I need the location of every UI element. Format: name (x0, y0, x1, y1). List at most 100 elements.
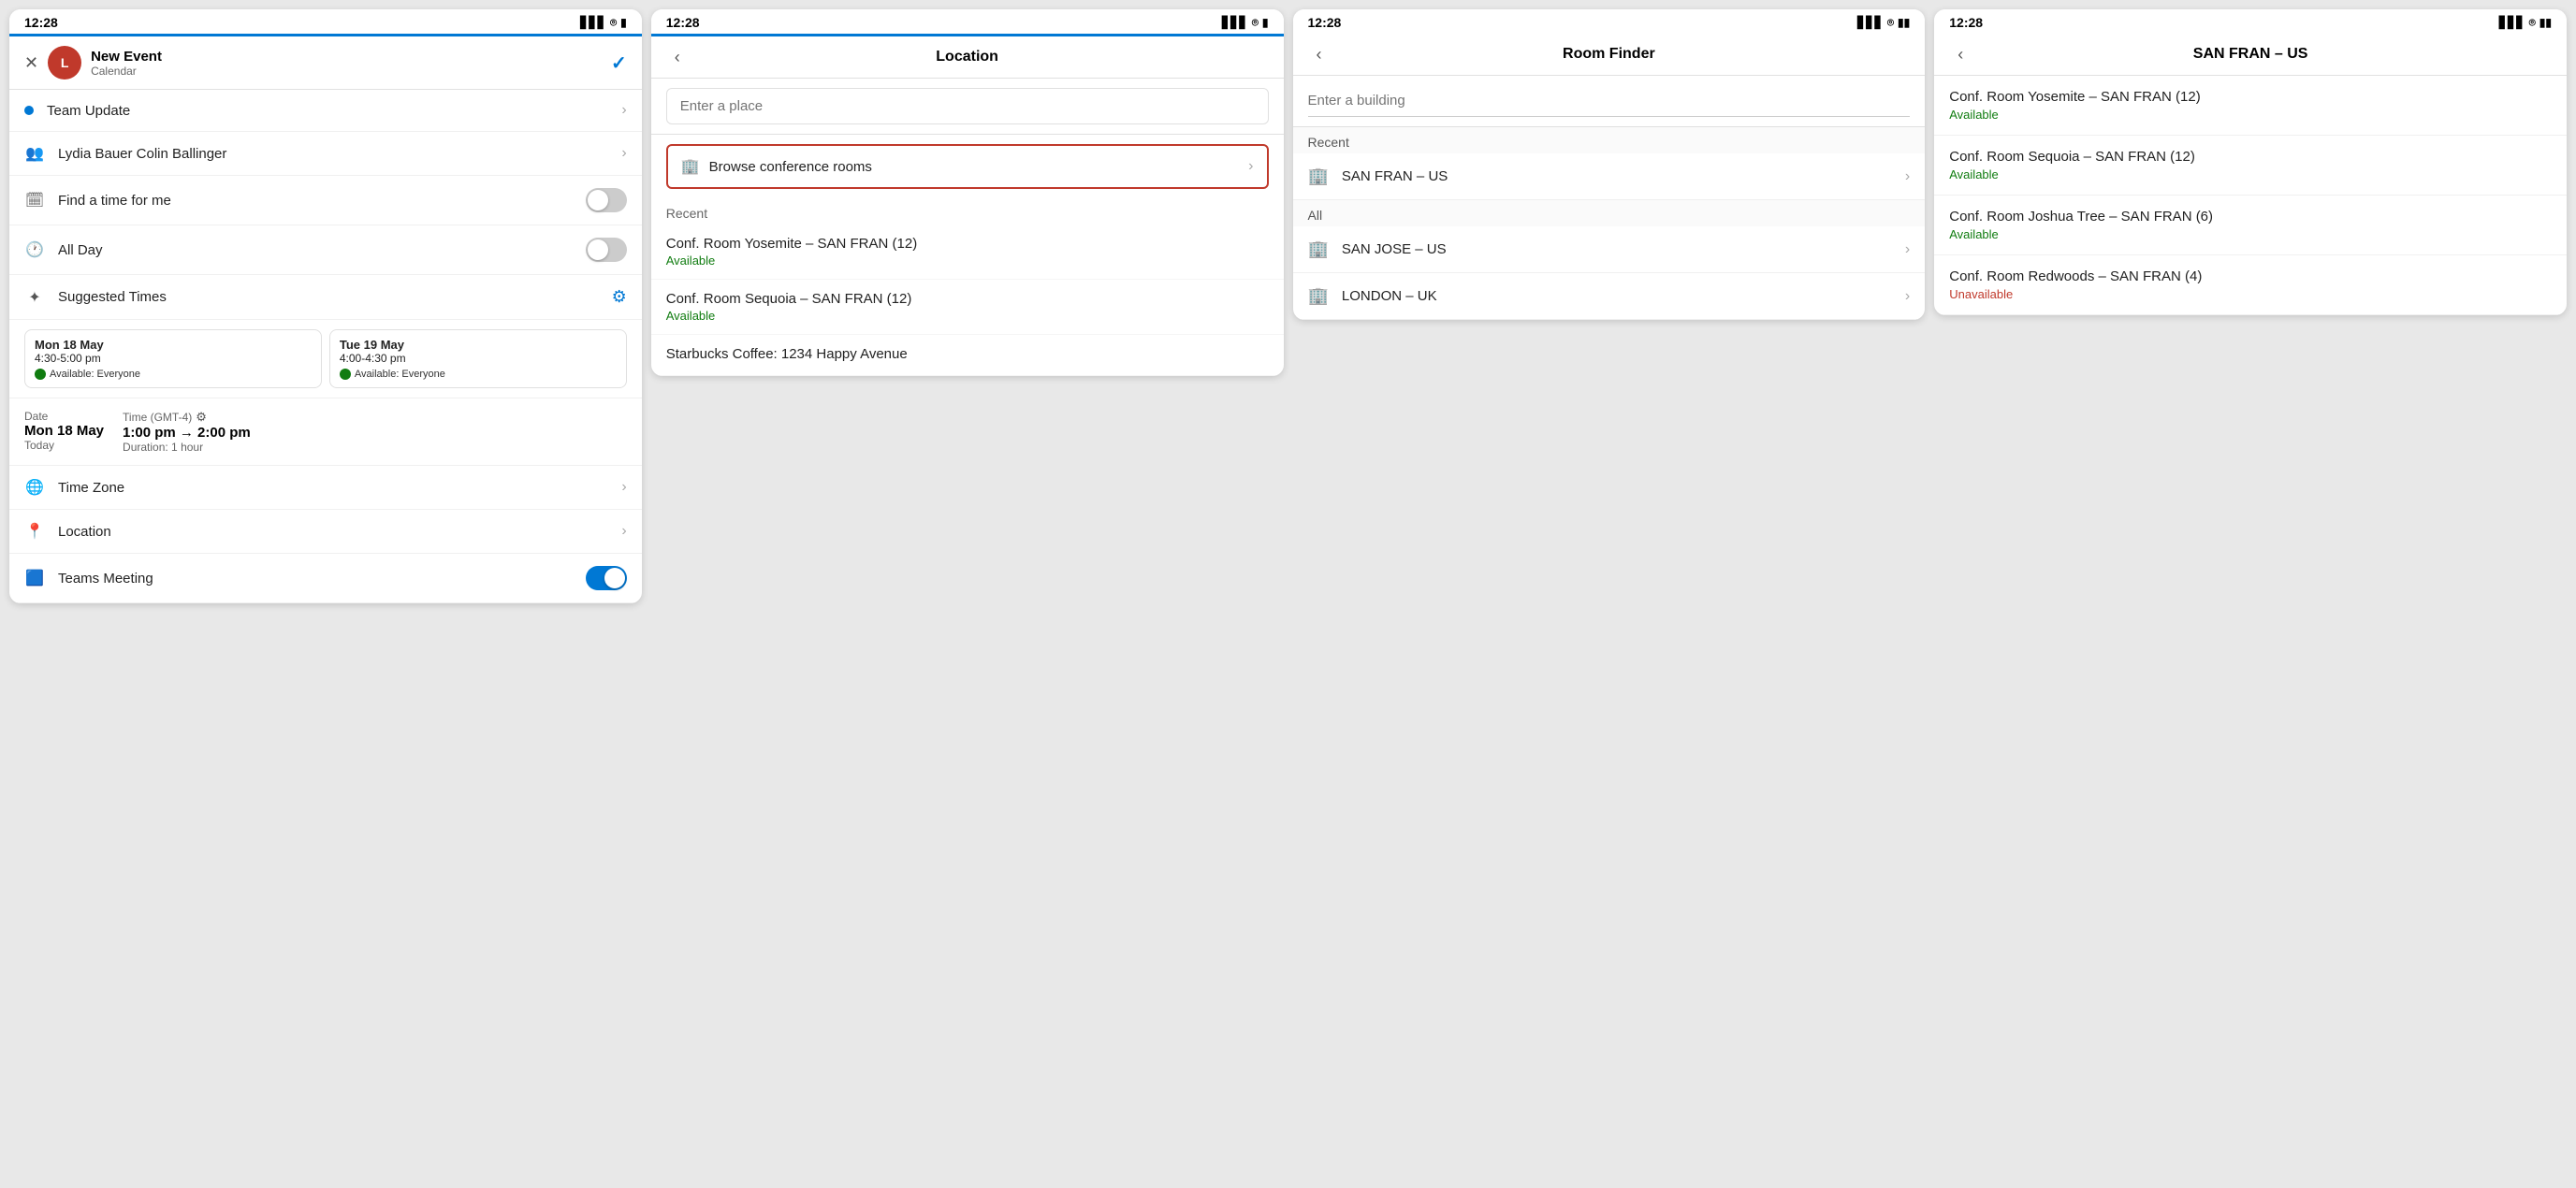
timezone-row[interactable]: 🌐 Time Zone › (9, 466, 642, 510)
room-name-redwoods: Conf. Room Redwoods – SAN FRAN (4) (1949, 268, 2552, 284)
chevron-icon: › (621, 145, 626, 162)
back-icon[interactable]: ‹ (1947, 41, 1973, 67)
suggested-times-row[interactable]: ✦ Suggested Times ⚙ (9, 275, 642, 320)
signal-icon: ▋▋▋ (2499, 16, 2525, 29)
time-slot-2[interactable]: Tue 19 May 4:00-4:30 pm Available: Every… (329, 329, 627, 388)
team-update-row[interactable]: Team Update › (9, 90, 642, 132)
globe-icon: 🌐 (24, 478, 45, 497)
teams-row[interactable]: 🟦 Teams Meeting (9, 554, 642, 603)
filter-icon: ⚙ (612, 287, 627, 307)
time-slot-1[interactable]: Mon 18 May 4:30-5:00 pm Available: Every… (24, 329, 322, 388)
status-icons-1: ▋▋▋ ⌾ ▮ (580, 16, 627, 30)
time-sub: Duration: 1 hour (123, 441, 251, 454)
close-icon[interactable]: ✕ (24, 53, 38, 73)
suggested-times-label: Suggested Times (58, 289, 599, 305)
check-icon[interactable]: ✓ (611, 51, 627, 75)
attendees-row[interactable]: 👥 Lydia Bauer Colin Ballinger › (9, 132, 642, 176)
wifi-icon: ⌾ (610, 16, 617, 30)
dot-icon (24, 106, 34, 115)
room-item-4[interactable]: Conf. Room Redwoods – SAN FRAN (4) Unava… (1934, 255, 2567, 315)
building-search-row (1293, 76, 1926, 127)
room-item-1[interactable]: Conf. Room Yosemite – SAN FRAN (12) Avai… (1934, 76, 2567, 136)
all-day-toggle[interactable] (586, 238, 627, 262)
building-item-london[interactable]: 🏢 LONDON – UK › (1293, 273, 1926, 320)
find-time-toggle[interactable] (586, 188, 627, 212)
status-bar-2: 12:28 ▋▋▋ ⌾ ▮ (651, 9, 1284, 34)
location-row[interactable]: 📍 Location › (9, 510, 642, 554)
status-time-2: 12:28 (666, 15, 700, 30)
location-search-row (651, 79, 1284, 135)
status-time-1: 12:28 (24, 15, 58, 30)
time-value: 1:00 pm → 2:00 pm (123, 425, 251, 441)
battery-icon: ▮▮ (1898, 16, 1910, 29)
status-icons-3: ▋▋▋ ⌾ ▮▮ (1857, 16, 1910, 30)
wand-icon: ✦ (24, 288, 45, 307)
room-status-joshua: Available (1949, 227, 2552, 241)
building-item-sanjose[interactable]: 🏢 SAN JOSE – US › (1293, 226, 1926, 273)
browse-conference-button[interactable]: 🏢 Browse conference rooms › (666, 144, 1269, 189)
gear-icon: ⚙ (196, 410, 207, 425)
signal-icon: ▋▋▋ (1222, 16, 1248, 29)
room-name-sequoia: Conf. Room Sequoia – SAN FRAN (12) (1949, 149, 2552, 165)
avatar: L (48, 46, 81, 80)
recent-section-header: Recent (1293, 127, 1926, 153)
all-section-header: All (1293, 200, 1926, 226)
slot2-avail: Available: Everyone (355, 369, 445, 380)
battery-icon: ▮ (620, 16, 627, 29)
room-status-yosemite: Available (1949, 108, 2552, 122)
building-name-3: LONDON – UK (1342, 288, 1892, 304)
room-status-redwoods: Unavailable (1949, 287, 2552, 301)
recent-item-2[interactable]: Conf. Room Sequoia – SAN FRAN (12) Avail… (651, 280, 1284, 335)
status-time-3: 12:28 (1308, 15, 1342, 30)
slot1-avail: Available: Everyone (50, 369, 140, 380)
room-item-2[interactable]: Conf. Room Sequoia – SAN FRAN (12) Avail… (1934, 136, 2567, 196)
date-time-section: Date Mon 18 May Today Time (GMT-4) ⚙ 1:0… (9, 398, 642, 466)
room-finder-title: Room Finder (1332, 46, 1886, 63)
chevron-icon: › (1905, 241, 1910, 258)
room-item-3[interactable]: Conf. Room Joshua Tree – SAN FRAN (6) Av… (1934, 196, 2567, 255)
date-label: Date (24, 410, 104, 423)
status-time-4: 12:28 (1949, 15, 1983, 30)
screen1-new-event: 12:28 ▋▋▋ ⌾ ▮ ✕ L New Event Calendar ✓ T… (9, 9, 642, 603)
building-item-sanfran[interactable]: 🏢 SAN FRAN – US › (1293, 153, 1926, 200)
screen1-header: ✕ L New Event Calendar ✓ (9, 36, 642, 90)
sanfran-title: SAN FRAN – US (1973, 46, 2527, 63)
teams-toggle[interactable] (586, 566, 627, 590)
wifi-icon: ⌾ (2529, 16, 2536, 30)
building-icon: 🏢 (681, 157, 700, 176)
building-name-2: SAN JOSE – US (1342, 241, 1892, 257)
screen3-room-finder: 12:28 ▋▋▋ ⌾ ▮▮ ‹ Room Finder Recent 🏢 SA… (1293, 9, 1926, 320)
team-update-label: Team Update (47, 103, 608, 119)
event-title: New Event (91, 49, 162, 65)
attendees-label: Lydia Bauer Colin Ballinger (58, 146, 608, 162)
status-bar-1: 12:28 ▋▋▋ ⌾ ▮ (9, 9, 642, 34)
recent-item-1[interactable]: Conf. Room Yosemite – SAN FRAN (12) Avai… (651, 225, 1284, 280)
location-topbar: ‹ Location (651, 36, 1284, 79)
slot2-time: 4:00-4:30 pm (340, 352, 617, 365)
wifi-icon: ⌾ (1887, 16, 1894, 30)
slot2-date: Tue 19 May (340, 338, 617, 352)
all-day-label: All Day (58, 242, 573, 258)
status-icons-4: ▋▋▋ ⌾ ▮▮ (2499, 16, 2552, 30)
screen2-location: 12:28 ▋▋▋ ⌾ ▮ ‹ Location 🏢 Browse confer… (651, 9, 1284, 376)
date-value: Mon 18 May (24, 423, 104, 439)
location-label: Location (58, 524, 608, 540)
building-icon-1: 🏢 (1308, 167, 1329, 186)
back-icon[interactable]: ‹ (1306, 41, 1332, 67)
location-search-input[interactable] (666, 88, 1269, 124)
room-finder-topbar: ‹ Room Finder (1293, 34, 1926, 76)
status-icons-2: ▋▋▋ ⌾ ▮ (1222, 16, 1269, 30)
chevron-icon: › (1905, 288, 1910, 305)
teams-icon: 🟦 (24, 569, 45, 587)
all-day-row[interactable]: 🕐 All Day (9, 225, 642, 275)
back-icon[interactable]: ‹ (664, 44, 691, 70)
building-name-1: SAN FRAN – US (1342, 168, 1892, 184)
find-time-row[interactable]: 🗓 Find a time for me (9, 176, 642, 225)
building-search-input[interactable] (1308, 85, 1911, 117)
battery-icon: ▮▮ (2540, 16, 2552, 29)
suggested-times-slots: Mon 18 May 4:30-5:00 pm Available: Every… (9, 320, 642, 398)
chevron-icon: › (621, 523, 626, 540)
recent-item-3[interactable]: Starbucks Coffee: 1234 Happy Avenue (651, 335, 1284, 376)
building-icon-3: 🏢 (1308, 286, 1329, 306)
room-name-1: Conf. Room Yosemite – SAN FRAN (12) (666, 236, 1269, 252)
